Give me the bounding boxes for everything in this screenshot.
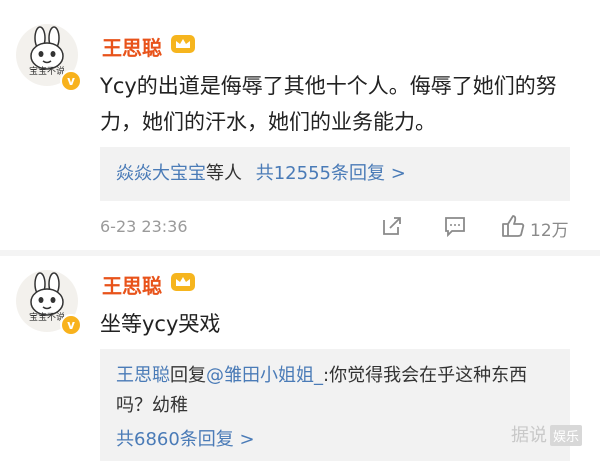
reply-count-link[interactable]: 共12555条回复 > <box>256 163 406 184</box>
watermark-text: 据说 <box>510 425 547 446</box>
timestamp: 6-23 23:36 <box>100 217 188 236</box>
comment-content: Ycy的出道是侮辱了其他十个人。侮辱了她们的努力，她们的汗水，她们的业务能力。 <box>100 74 557 134</box>
like-icon[interactable] <box>500 213 526 239</box>
reply-summary: 焱焱大宝宝等人 共12555条回复 > <box>116 147 406 201</box>
reply-summary-box[interactable]: 焱焱大宝宝等人 共12555条回复 > <box>100 147 570 201</box>
like-count: 12万 <box>530 221 569 241</box>
verified-badge-icon: v <box>60 314 82 336</box>
reply-count-link[interactable]: 共6860条回复 > <box>116 425 255 451</box>
comment-card-1: 宝宝不说 v 王思聪 Ycy的出道是侮辱了其他十个人。侮辱了她们的努力，她们的汗… <box>0 0 600 252</box>
share-icon[interactable] <box>380 214 404 238</box>
watermark-tag: 娱乐 <box>549 425 582 446</box>
reply-text: 王思聪回复@雏田小姐姐_:你觉得我会在乎这种东西吗？幼稚 <box>116 361 554 421</box>
comment-content: 坐等ycy哭戏 <box>100 312 221 336</box>
username[interactable]: 王思聪 <box>102 32 162 61</box>
crown-icon <box>171 273 195 291</box>
verified-badge-icon: v <box>60 70 82 92</box>
reply-verb: 回复 <box>170 365 206 386</box>
reply-author-link[interactable]: 王思聪 <box>116 365 170 386</box>
reply-names-link[interactable]: 焱焱大宝宝 <box>116 163 206 184</box>
reply-etc: 等人 <box>206 163 242 184</box>
reply-box[interactable]: 王思聪回复@雏田小姐姐_:你觉得我会在乎这种东西吗？幼稚 共6860条回复 > <box>100 349 570 461</box>
crown-icon <box>171 35 195 53</box>
comment-icon[interactable] <box>443 214 467 238</box>
reply-mention-link[interactable]: @雏田小姐姐_ <box>206 365 323 386</box>
username[interactable]: 王思聪 <box>102 270 162 299</box>
watermark: 据说 娱乐 <box>511 421 582 447</box>
